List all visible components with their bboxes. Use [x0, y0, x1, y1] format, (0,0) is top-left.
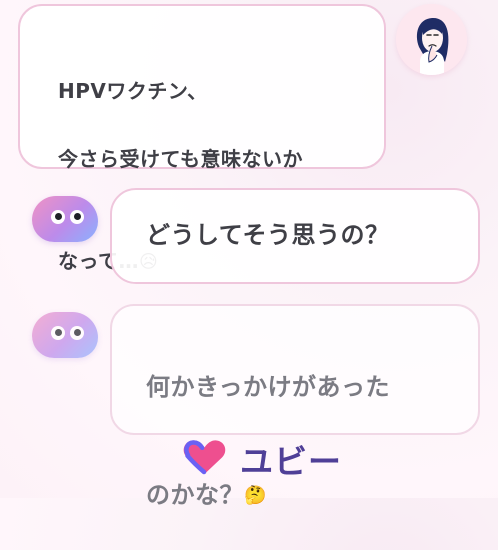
bot-eye-left [51, 210, 65, 224]
bot-eye-left [51, 326, 65, 340]
user-message-line-1: HPVワクチン、 [58, 79, 208, 103]
chat-screen: HPVワクチン、 今さら受けても意味ないか なって…😥 どうしてそう思うの？ 何… [0, 0, 498, 509]
user-message-line-2: 今さら受けても意味ないか [58, 147, 303, 171]
thinking-emoji-icon: 🤔 [244, 485, 267, 506]
bot-message-2-line-2-text: のかな？ [146, 481, 244, 509]
user-message-bubble: HPVワクチン、 今さら受けても意味ないか なって…😥 [18, 4, 386, 273]
heart-logo-icon [180, 436, 230, 482]
blob-character-icon [32, 196, 98, 242]
bot-eye-right [70, 326, 84, 340]
bot-message-2-line-1: 何かきっかけがあった [146, 373, 391, 401]
bot-eye-right [70, 210, 84, 224]
bot-message-bubble-2: 何かきっかけがあった のかな？🤔 [110, 304, 480, 509]
brand-name: ユビー [240, 442, 342, 481]
blob-character-icon [32, 312, 98, 358]
bot-message-bubble-1: どうしてそう思うの？ [110, 188, 480, 284]
worried-woman-icon [396, 4, 467, 75]
brand-logo: ユビー [180, 435, 342, 483]
